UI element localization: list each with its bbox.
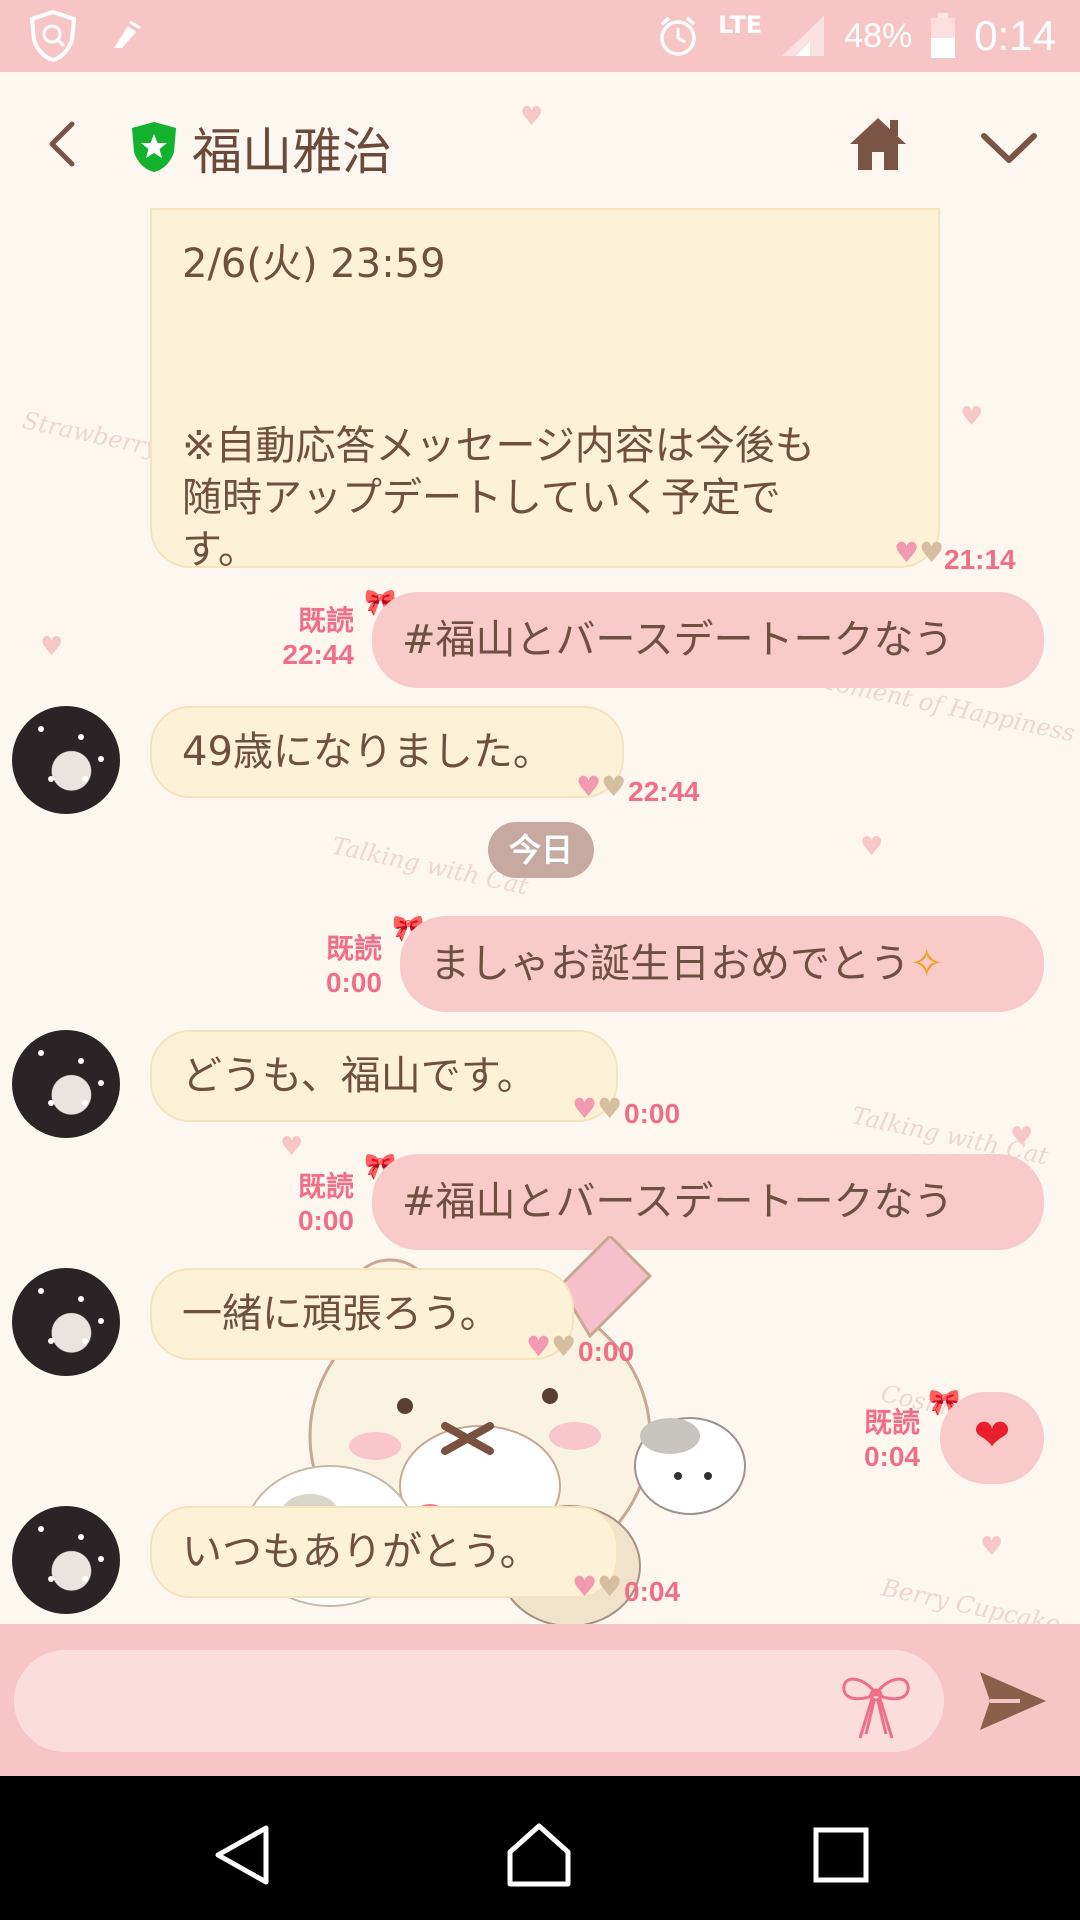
message-bubble-incoming[interactable]: いつもありがとう。 xyxy=(150,1506,618,1598)
message-bubble-incoming[interactable]: 一緒に頑張ろう。 xyxy=(150,1268,574,1360)
back-arrow-icon[interactable] xyxy=(36,114,96,174)
read-label: 既読 xyxy=(863,1407,920,1438)
message-time: 0:04 xyxy=(624,1576,681,1607)
read-receipt: 既読 0:04 xyxy=(816,1406,920,1474)
status-left xyxy=(28,10,144,62)
sparkle-icon: ✧ xyxy=(910,941,944,987)
message-bubble-incoming[interactable]: 2/6(火) 23:59 ※自動応答メッセージ内容は今後も 随時アップデートして… xyxy=(150,208,940,568)
message-time: 0:00 xyxy=(578,1336,635,1367)
message-bubble-incoming[interactable]: 49歳になりました。 xyxy=(150,706,624,798)
like-hearts-icon: ♥♥ xyxy=(572,1570,623,1603)
heart-emoji: ❤ xyxy=(973,1410,1011,1461)
status-right: LTE 48% 0:14 xyxy=(656,11,1056,60)
send-icon[interactable] xyxy=(976,1668,1050,1734)
read-receipt: 既読 0:00 xyxy=(250,1170,354,1238)
message-bubble-outgoing[interactable]: ❤ xyxy=(940,1392,1044,1484)
input-bar xyxy=(0,1624,1080,1776)
avatar[interactable] xyxy=(12,1506,120,1614)
avatar[interactable] xyxy=(12,1030,120,1138)
nav-back-icon[interactable] xyxy=(208,1820,278,1890)
nav-home-icon[interactable] xyxy=(504,1820,574,1890)
like-hearts-icon: ♥♥ xyxy=(526,1330,577,1363)
message-input[interactable] xyxy=(14,1650,944,1752)
message-time: 0:04 xyxy=(863,1441,920,1472)
read-receipt: 既読 0:00 xyxy=(278,932,382,1000)
battery-percent: 48% xyxy=(844,16,913,55)
message-time: 0:00 xyxy=(325,967,382,998)
message-bubble-outgoing[interactable]: #福山とバースデートークなう xyxy=(372,592,1044,688)
message-time: 21:14 xyxy=(944,544,1016,575)
clock: 0:14 xyxy=(974,12,1056,59)
avatar[interactable] xyxy=(12,706,120,814)
home-icon[interactable] xyxy=(846,112,910,176)
shield-icon xyxy=(29,10,77,62)
system-nav-bar xyxy=(0,1776,1080,1920)
message-time: 22:44 xyxy=(628,776,700,807)
nav-recents-icon[interactable] xyxy=(806,1820,876,1890)
battery-icon xyxy=(931,13,956,58)
read-label: 既読 xyxy=(297,1171,354,1202)
alarm-icon xyxy=(660,16,696,56)
app-notification-icon xyxy=(114,20,141,48)
read-receipt: 既読 22:44 xyxy=(250,604,354,672)
message-time: 0:00 xyxy=(297,1205,354,1236)
message-list[interactable]: 2/6(火) 23:59 ※自動応答メッセージ内容は今後も 随時アップデートして… xyxy=(0,208,1080,1627)
like-hearts-icon: ♥♥ xyxy=(572,1092,623,1125)
message-text: ※自動応答メッセージ内容は今後も 随時アップデートしていく予定で す。 ※個別に… xyxy=(182,423,815,568)
read-label: 既読 xyxy=(297,605,354,636)
chat-title: 福山雅治 xyxy=(192,123,392,181)
avatar[interactable] xyxy=(12,1268,120,1376)
message-bubble-incoming[interactable]: どうも、福山です。 xyxy=(150,1030,618,1122)
verified-shield-icon xyxy=(132,122,176,172)
date-separator: 今日 xyxy=(488,822,594,878)
read-label: 既読 xyxy=(325,933,382,964)
like-hearts-icon: ♥♥ xyxy=(894,536,945,569)
network-type: LTE xyxy=(718,11,763,39)
ribbon-icon[interactable] xyxy=(836,1668,916,1740)
message-time: 22:44 xyxy=(282,639,354,670)
message-time: 0:00 xyxy=(624,1098,681,1129)
signal-icon xyxy=(782,16,825,56)
message-partial-text: 2/6(火) 23:59 xyxy=(182,241,446,287)
chat-header: 福山雅治 xyxy=(0,72,1080,216)
status-bar: LTE 48% 0:14 xyxy=(0,0,1080,72)
message-bubble-outgoing[interactable]: ましゃお誕生日おめでとう✧ xyxy=(400,916,1044,1012)
like-hearts-icon: ♥♥ xyxy=(576,770,627,803)
chevron-down-icon[interactable] xyxy=(976,118,1042,178)
message-text: ましゃお誕生日おめでとう xyxy=(430,941,910,987)
